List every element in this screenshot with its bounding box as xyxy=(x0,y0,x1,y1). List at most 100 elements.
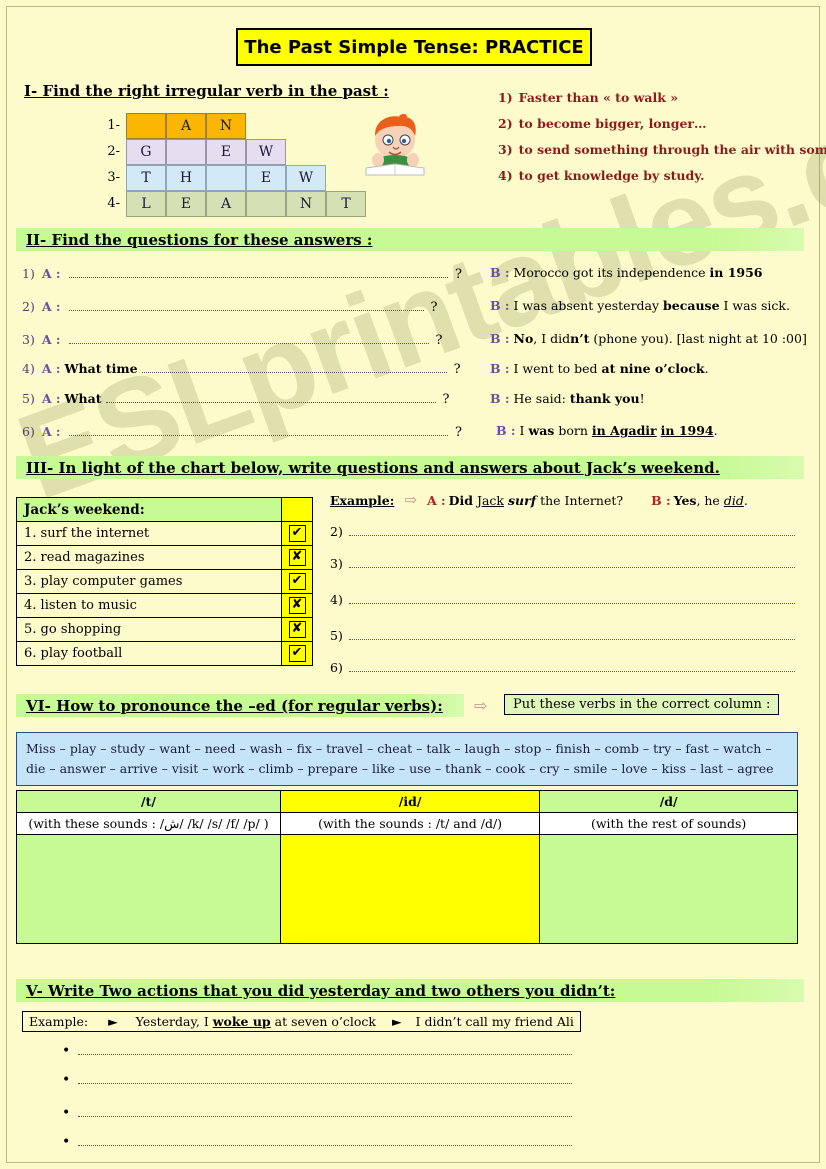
question-mark: ? xyxy=(442,392,450,407)
answer-blank[interactable] xyxy=(78,1043,572,1055)
grid-cell[interactable]: H xyxy=(166,165,206,191)
speaker-a-label: A : xyxy=(41,391,61,406)
grid-cell[interactable]: A xyxy=(206,191,246,217)
speaker-b-label: B : xyxy=(496,423,516,438)
question-line-5[interactable]: 5) A : What ? xyxy=(22,391,462,407)
example-label: Example: xyxy=(29,1014,89,1029)
s3-blank-line-5[interactable]: 5) xyxy=(330,628,795,643)
answer-part: was xyxy=(528,423,555,438)
grid-cell[interactable]: E xyxy=(166,191,206,217)
answer-part: in Agadir xyxy=(591,423,657,438)
s5-bullet-line-3[interactable]: • xyxy=(62,1105,572,1121)
s3-blank-line-3[interactable]: 3) xyxy=(330,556,795,571)
ed-answer-cell-t[interactable] xyxy=(16,834,281,944)
answer-part: Morocco got its independence xyxy=(513,265,710,280)
question-line-2[interactable]: 2) A : ? xyxy=(22,299,462,315)
section-5-example-box: Example: ► Yesterday, I woke up at seven… xyxy=(22,1011,581,1032)
question-mark: ? xyxy=(430,300,438,315)
right-arrow-icon: ⇨ xyxy=(474,698,488,715)
grid-cell[interactable]: T xyxy=(126,165,166,191)
grid-cell[interactable] xyxy=(126,113,166,139)
grid-cell[interactable]: T xyxy=(326,191,366,217)
table-row: 2. read magazines ✘ xyxy=(16,545,313,570)
s5-bullet-line-1[interactable]: • xyxy=(62,1043,572,1059)
cross-icon: ✘ xyxy=(288,549,306,566)
s3-blank-line-6[interactable]: 6) xyxy=(330,660,795,675)
answer-blank[interactable] xyxy=(78,1072,572,1084)
answer-blank[interactable] xyxy=(78,1134,572,1146)
answer-part: I was sick. xyxy=(719,298,790,313)
example-b-word-4: . xyxy=(743,492,748,508)
answer-blank[interactable] xyxy=(68,266,449,278)
answer-blank[interactable] xyxy=(141,361,447,373)
example-a-word-3: surf xyxy=(507,492,537,508)
answer-text: Morocco got its independence in 1956 xyxy=(514,265,763,280)
activity-mark-cell[interactable]: ✘ xyxy=(281,593,313,618)
question-number: 5) xyxy=(22,391,35,406)
answer-blank[interactable] xyxy=(348,592,795,604)
s3-blank-line-2[interactable]: 2) xyxy=(330,524,795,539)
grid-cell[interactable]: N xyxy=(206,113,246,139)
grid-cell[interactable]: A xyxy=(166,113,206,139)
question-line-6[interactable]: 6) A : ? xyxy=(22,424,462,440)
ed-answer-cell-d[interactable] xyxy=(539,834,798,944)
activity-mark-cell[interactable]: ✔ xyxy=(281,569,313,594)
s5-bullet-line-4[interactable]: • xyxy=(62,1134,572,1150)
grid-row-3: 3- T H E W xyxy=(98,165,326,191)
grid-cell[interactable]: E xyxy=(206,139,246,165)
example-text-1c: at seven o’clock xyxy=(270,1014,376,1029)
answer-text: I was absent yesterday because I was sic… xyxy=(514,298,790,313)
answer-part: . xyxy=(713,423,718,438)
answer-part: . xyxy=(704,361,709,376)
speaker-b-label: B : xyxy=(490,265,510,280)
answer-blank[interactable] xyxy=(68,332,429,344)
answer-line-4: B : I went to bed at nine o’clock. xyxy=(490,361,709,376)
ed-column-header-id: /id/ xyxy=(279,790,541,813)
question-mark: ? xyxy=(435,333,443,348)
answer-part: thank you xyxy=(569,391,640,406)
activity-mark-cell[interactable]: ✘ xyxy=(281,545,313,570)
question-mark: ? xyxy=(455,267,462,282)
grid-cell[interactable]: W xyxy=(246,139,286,165)
answer-blank[interactable] xyxy=(348,524,795,536)
question-line-4[interactable]: 4) A : What time ? xyxy=(22,361,462,377)
grid-cell[interactable]: W xyxy=(286,165,326,191)
question-number: 3) xyxy=(22,332,35,347)
grid-cell[interactable] xyxy=(166,139,206,165)
grid-cell[interactable] xyxy=(206,165,246,191)
answer-part: (phone you). [last night at 10 :00] xyxy=(589,331,807,346)
grid-cell[interactable]: L xyxy=(126,191,166,217)
section-4-band: VI- How to pronounce the –ed (for regula… xyxy=(16,694,464,717)
grid-cell[interactable] xyxy=(246,191,286,217)
answer-blank[interactable] xyxy=(78,1105,572,1117)
activity-label: 6. play football xyxy=(16,641,282,666)
ed-answer-cell-id[interactable] xyxy=(279,834,541,944)
ed-column-header-d: /d/ xyxy=(539,790,798,813)
question-line-3[interactable]: 3) A : ? xyxy=(22,332,462,348)
grid-row-4: 4- L E A N T xyxy=(98,191,366,217)
s5-bullet-line-2[interactable]: • xyxy=(62,1072,572,1088)
grid-cell[interactable]: N xyxy=(286,191,326,217)
answer-part: in 1956 xyxy=(709,265,763,280)
activity-mark-cell[interactable]: ✔ xyxy=(281,641,313,666)
answer-blank[interactable] xyxy=(105,391,436,403)
s3-blank-line-4[interactable]: 4) xyxy=(330,592,795,607)
answer-blank[interactable] xyxy=(68,424,449,436)
table-row: 1. surf the internet ✔ xyxy=(16,521,313,546)
page-title-box: The Past Simple Tense: PRACTICE xyxy=(236,28,592,66)
question-line-1[interactable]: 1) A : ? xyxy=(22,266,462,282)
clue-3: 3) to send something through the air with… xyxy=(498,142,826,157)
activity-mark-cell[interactable]: ✘ xyxy=(281,617,313,642)
cross-icon: ✘ xyxy=(288,597,306,614)
grid-cell[interactable]: E xyxy=(246,165,286,191)
answer-blank[interactable] xyxy=(348,660,795,672)
answer-blank[interactable] xyxy=(68,299,424,311)
ed-table-answer-row xyxy=(16,834,798,944)
example-a-word-1: Did xyxy=(448,492,473,508)
answer-blank[interactable] xyxy=(348,628,795,640)
activity-mark-cell[interactable]: ✔ xyxy=(281,521,313,546)
answer-blank[interactable] xyxy=(348,556,795,568)
activity-label: 1. surf the internet xyxy=(16,521,282,546)
grid-cell[interactable]: G xyxy=(126,139,166,165)
answer-line-2: B : I was absent yesterday because I was… xyxy=(490,298,790,313)
